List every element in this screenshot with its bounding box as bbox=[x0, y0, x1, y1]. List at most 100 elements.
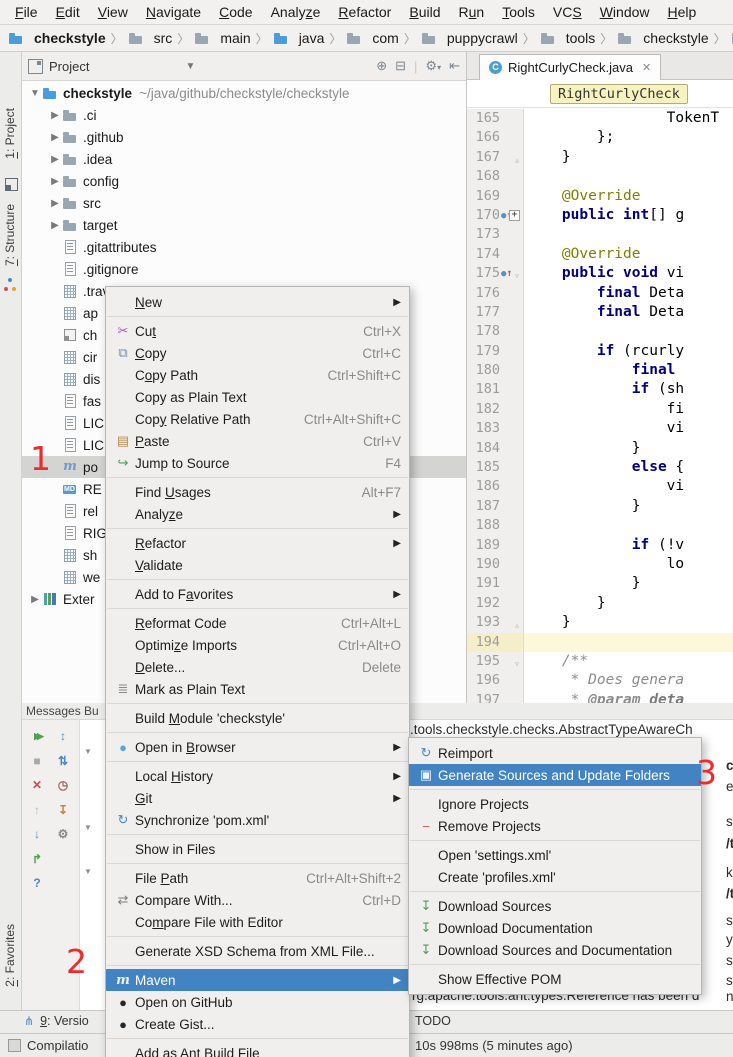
context-menu-item-analyze[interactable]: Analyze▶ bbox=[106, 503, 409, 525]
tree-item--gitattributes[interactable]: .gitattributes bbox=[22, 236, 466, 258]
close-tab-icon[interactable]: ✕ bbox=[642, 61, 651, 74]
breadcrumb-item[interactable]: java bbox=[273, 30, 325, 46]
collapse-all-icon[interactable]: ⇅ bbox=[55, 753, 71, 769]
menubar-item[interactable]: Navigate bbox=[137, 4, 210, 20]
maven-submenu-item-show-effective-pom[interactable]: Show Effective POM bbox=[409, 968, 701, 990]
context-menu-item-new[interactable]: New▶ bbox=[106, 291, 409, 313]
context-menu-item-maven[interactable]: mMaven▶ bbox=[106, 969, 409, 991]
menubar-item[interactable]: VCS bbox=[544, 4, 591, 20]
chevron-down-icon[interactable]: ▼ bbox=[28, 88, 42, 99]
sidebar-item-structure[interactable]: 7: Structure bbox=[3, 204, 17, 266]
menubar-item[interactable]: Refactor bbox=[329, 4, 400, 20]
import-icon[interactable]: ↧ bbox=[55, 802, 71, 818]
menubar-item[interactable]: Analyze bbox=[262, 4, 330, 20]
tree-item--ci[interactable]: ▶.ci bbox=[22, 104, 466, 126]
context-menu-item-generate-xsd-schema-from-xml-file[interactable]: Generate XSD Schema from XML File... bbox=[106, 940, 409, 962]
close-icon[interactable]: ✕ bbox=[29, 777, 45, 793]
expand-all-icon[interactable]: ↕ bbox=[55, 728, 71, 744]
context-menu-item-local-history[interactable]: Local History▶ bbox=[106, 765, 409, 787]
context-menu-item-create-gist[interactable]: ●Create Gist... bbox=[106, 1013, 409, 1035]
maven-submenu-item-open-settings-xml[interactable]: Open 'settings.xml' bbox=[409, 844, 701, 866]
menubar-item[interactable]: Help bbox=[659, 4, 706, 20]
tree-item--github[interactable]: ▶.github bbox=[22, 126, 466, 148]
context-menu-item-show-in-files[interactable]: Show in Files bbox=[106, 838, 409, 860]
breadcrumb-item[interactable]: checkstyle bbox=[8, 30, 106, 46]
fold-handle-icon[interactable]: ▼ bbox=[84, 823, 92, 832]
context-menu-item-find-usages[interactable]: Find UsagesAlt+F7 bbox=[106, 481, 409, 503]
context-menu-item-mark-as-plain-text[interactable]: ≣Mark as Plain Text bbox=[106, 678, 409, 700]
context-menu-item-copy[interactable]: ⧉CopyCtrl+C bbox=[106, 342, 409, 364]
maven-submenu-item-remove-projects[interactable]: −Remove Projects bbox=[409, 815, 701, 837]
context-menu-item-build-module-checkstyle[interactable]: Build Module 'checkstyle' bbox=[106, 707, 409, 729]
maven-submenu-item-generate-sources-and-update-folders[interactable]: ▣Generate Sources and Update Folders bbox=[409, 764, 701, 786]
chevron-right-icon[interactable]: ▶ bbox=[48, 154, 62, 165]
breadcrumb-item[interactable]: main bbox=[194, 30, 250, 46]
context-menu-item-refactor[interactable]: Refactor▶ bbox=[106, 532, 409, 554]
context-menu-item-add-as-ant-build-file[interactable]: Add as Ant Build File bbox=[106, 1042, 409, 1057]
chevron-right-icon[interactable]: ▶ bbox=[28, 594, 42, 605]
context-menu-item-synchronize-pom-xml[interactable]: ↻Synchronize 'pom.xml' bbox=[106, 809, 409, 831]
tree-item-src[interactable]: ▶src bbox=[22, 192, 466, 214]
menubar-item[interactable]: Run bbox=[450, 4, 494, 20]
code-editor[interactable]: 165 TokenT166 };167▵ }168169 @Override17… bbox=[467, 109, 733, 703]
settings-icon[interactable]: ⚙▾ bbox=[425, 58, 441, 74]
tool-window-button-todo[interactable]: TODO bbox=[415, 1014, 451, 1028]
maven-submenu-item-download-documentation[interactable]: ↧Download Documentation bbox=[409, 917, 701, 939]
override-method-icon[interactable]: ●↑ bbox=[501, 264, 512, 284]
maven-submenu-item-download-sources-and-documentation[interactable]: ↧Download Sources and Documentation bbox=[409, 939, 701, 961]
menubar-item[interactable]: Window bbox=[591, 4, 659, 20]
collapse-all-icon[interactable]: ⊟ bbox=[395, 58, 406, 74]
sidebar-item-favorites[interactable]: 2: Favorites bbox=[3, 924, 17, 987]
context-menu-item-git[interactable]: Git▶ bbox=[106, 787, 409, 809]
rerun-icon[interactable]: ▶▶ bbox=[29, 728, 45, 744]
tree-item-config[interactable]: ▶config bbox=[22, 170, 466, 192]
suspend-icon[interactable]: ◷ bbox=[55, 777, 71, 793]
tab-rightcurlycheck[interactable]: C RightCurlyCheck.java ✕ bbox=[479, 54, 661, 80]
context-menu-item-open-on-github[interactable]: ●Open on GitHub bbox=[106, 991, 409, 1013]
maven-submenu-item-download-sources[interactable]: ↧Download Sources bbox=[409, 895, 701, 917]
breadcrumb-item[interactable]: com bbox=[346, 30, 398, 46]
fold-handle-icon[interactable]: ▼ bbox=[84, 747, 92, 756]
context-menu-item-reformat-code[interactable]: Reformat CodeCtrl+Alt+L bbox=[106, 612, 409, 634]
breadcrumb-item[interactable]: checkstyle bbox=[617, 30, 708, 46]
tree-item--gitignore[interactable]: .gitignore bbox=[22, 258, 466, 280]
maven-submenu-item-reimport[interactable]: ↻Reimport bbox=[409, 742, 701, 764]
context-menu-item-file-path[interactable]: File PathCtrl+Alt+Shift+2 bbox=[106, 867, 409, 889]
help-icon[interactable]: ? bbox=[29, 875, 45, 891]
context-menu-item-open-in-browser[interactable]: ●Open in Browser▶ bbox=[106, 736, 409, 758]
context-menu-item-delete[interactable]: Delete...Delete bbox=[106, 656, 409, 678]
breadcrumb-item[interactable]: src bbox=[128, 30, 173, 46]
tree-item-target[interactable]: ▶target bbox=[22, 214, 466, 236]
context-menu-item-copy-relative-path[interactable]: Copy Relative PathCtrl+Alt+Shift+C bbox=[106, 408, 409, 430]
tree-item-checkstyle[interactable]: ▼checkstyle~/java/github/checkstyle/chec… bbox=[22, 82, 466, 104]
chevron-right-icon[interactable]: ▶ bbox=[48, 132, 62, 143]
structure-tool-icon[interactable] bbox=[4, 278, 16, 292]
breadcrumb-item[interactable]: tools bbox=[540, 30, 596, 46]
sidebar-item-project[interactable]: 1: Project bbox=[3, 108, 17, 159]
context-menu-item-optimize-imports[interactable]: Optimize ImportsCtrl+Alt+O bbox=[106, 634, 409, 656]
editor-area[interactable]: C RightCurlyCheck.java ✕ RightCurlyCheck… bbox=[467, 52, 733, 703]
view-dropdown-icon[interactable]: ▼ bbox=[185, 61, 195, 72]
stop-icon[interactable]: ■ bbox=[29, 753, 45, 769]
project-tool-icon[interactable] bbox=[5, 178, 18, 191]
maven-submenu-item-create-profiles-xml[interactable]: Create 'profiles.xml' bbox=[409, 866, 701, 888]
context-menu-item-jump-to-source[interactable]: ↪Jump to SourceF4 bbox=[106, 452, 409, 474]
context-menu-item-compare-with[interactable]: ⇄Compare With...Ctrl+D bbox=[106, 889, 409, 911]
fold-handle-icon[interactable]: ▼ bbox=[84, 867, 92, 876]
tool-window-button-version-control[interactable]: ⋔ 9: Versio bbox=[24, 1014, 89, 1028]
context-menu-item-cut[interactable]: ✂CutCtrl+X bbox=[106, 320, 409, 342]
context-menu-item-compare-file-with-editor[interactable]: Compare File with Editor bbox=[106, 911, 409, 933]
chevron-right-icon[interactable]: ▶ bbox=[48, 198, 62, 209]
fold-expand-icon[interactable]: + bbox=[509, 210, 520, 221]
menubar-item[interactable]: Edit bbox=[47, 4, 89, 20]
settings-icon[interactable]: ⚙ bbox=[55, 826, 71, 842]
locate-icon[interactable]: ⊕ bbox=[376, 58, 387, 74]
export-icon[interactable]: ↱ bbox=[29, 851, 45, 867]
context-menu-item-validate[interactable]: Validate bbox=[106, 554, 409, 576]
breadcrumb-item[interactable]: puppycrawl bbox=[421, 30, 518, 46]
chevron-right-icon[interactable]: ▶ bbox=[48, 110, 62, 121]
scroll-up-icon[interactable]: ↑ bbox=[29, 802, 45, 818]
maven-submenu-item-ignore-projects[interactable]: Ignore Projects bbox=[409, 793, 701, 815]
breadcrumb-class-pill[interactable]: RightCurlyCheck bbox=[550, 84, 688, 104]
chevron-right-icon[interactable]: ▶ bbox=[48, 176, 62, 187]
